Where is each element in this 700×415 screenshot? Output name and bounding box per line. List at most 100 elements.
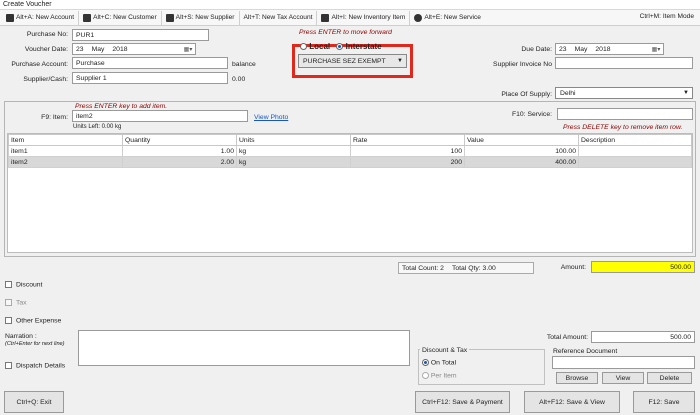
cell-value[interactable]: 400.00	[464, 156, 579, 168]
supplier-invoice-label: Supplier Invoice No	[493, 61, 552, 68]
cell-quantity[interactable]: 1.00	[122, 145, 237, 157]
units-left: Units Left: 0.00 kg	[73, 124, 122, 130]
total-amount-value: 500.00	[591, 331, 695, 343]
total-amount-label: Total Amount:	[546, 334, 588, 341]
cell-description[interactable]	[578, 145, 692, 157]
new-account-button[interactable]: Alt+A: New Account	[2, 10, 80, 25]
save-button[interactable]: F12: Save	[633, 391, 695, 413]
interstate-radio[interactable]	[336, 43, 344, 51]
checkbox-box[interactable]	[5, 281, 12, 288]
on-total-radio[interactable]: On Total	[422, 359, 456, 366]
service-input[interactable]	[557, 108, 693, 120]
checkbox-box[interactable]	[5, 317, 12, 324]
item-mode-shortcut[interactable]: Ctrl+M: Item Mode	[640, 13, 694, 20]
purchase-no-input[interactable]: PUR1	[72, 29, 209, 41]
local-radio[interactable]	[300, 43, 307, 51]
discount-tax-title: Discount & Tax	[420, 347, 470, 354]
chevron-down-icon: ▼	[397, 58, 403, 64]
calendar-dropdown-icon[interactable]: ▦▾	[181, 44, 195, 54]
radio-button[interactable]	[422, 372, 429, 379]
supplier-invoice-input[interactable]	[555, 57, 693, 69]
dollar-icon	[6, 13, 14, 22]
total-count: Total Count: 2	[402, 264, 444, 272]
column-header-item[interactable]: Item	[8, 134, 123, 146]
service-icon	[414, 13, 423, 22]
cell-units[interactable]: kg	[236, 145, 351, 157]
delete-item-hint: Press DELETE key to remove item row.	[563, 124, 683, 131]
cell-value[interactable]: 100.00	[464, 145, 579, 157]
purchase-account-label: Purchase Account:	[11, 61, 68, 68]
reference-document-input[interactable]	[552, 356, 695, 369]
discount-checkbox[interactable]: Discount	[5, 281, 42, 288]
items-grid: Item Quantity Units Rate Value Descripti…	[7, 133, 693, 253]
radio-button[interactable]	[422, 359, 429, 366]
balance-label: balance	[232, 61, 256, 68]
inventory-icon	[321, 13, 330, 22]
column-header-units[interactable]: Units	[236, 134, 351, 146]
add-item-hint: Press ENTER key to add item.	[75, 103, 168, 110]
column-header-value[interactable]: Value	[464, 134, 579, 146]
amount-value: 500.00	[591, 261, 695, 273]
cell-quantity[interactable]: 2.00	[122, 156, 237, 168]
total-qty: Total Qty: 3.00	[451, 264, 496, 272]
grid-header-row: Item Quantity Units Rate Value Descripti…	[8, 134, 692, 146]
purchase-no-label: Purchase No:	[26, 31, 68, 38]
view-button[interactable]: View	[602, 372, 644, 384]
enter-hint: Press ENTER to move forward	[299, 29, 392, 36]
new-tax-account-button[interactable]: Alt+T: New Tax Account	[240, 10, 318, 25]
checkbox-box[interactable]	[5, 299, 12, 306]
table-row[interactable]: item2 2.00 kg 200 400.00	[8, 156, 692, 168]
purchase-account-input[interactable]: Purchase	[72, 57, 228, 69]
new-customer-button[interactable]: Alt+C: New Customer	[79, 10, 162, 25]
column-header-rate[interactable]: Rate	[350, 134, 465, 146]
customer-icon	[83, 13, 92, 22]
tax-scope-radios: Local Interstate	[300, 42, 382, 51]
cell-description[interactable]	[578, 156, 692, 168]
cell-item[interactable]: item2	[8, 156, 123, 168]
per-item-radio[interactable]: Per Item	[422, 372, 457, 379]
place-of-supply-label: Place Of Supply:	[501, 91, 552, 98]
tax-checkbox[interactable]: Tax	[5, 299, 27, 306]
due-date-picker[interactable]: 23 May 2018 ▦▾	[555, 43, 664, 55]
exit-button[interactable]: Ctrl+Q: Exit	[4, 391, 64, 413]
cell-units[interactable]: kg	[236, 156, 351, 168]
supplier-cash-label: Supplier/Cash:	[23, 76, 68, 83]
window-title-bar: Create Voucher	[0, 0, 700, 10]
due-date-label: Due Date:	[521, 46, 552, 53]
other-expense-checkbox[interactable]: Other Expense	[5, 317, 61, 324]
toolbar: Alt+A: New Account Alt+C: New Customer A…	[0, 10, 700, 26]
browse-button[interactable]: Browse	[556, 372, 598, 384]
supplier-cash-input[interactable]: Supplier 1	[72, 72, 228, 84]
voucher-date-picker[interactable]: 23 May 2018 ▦▾	[72, 43, 196, 55]
new-inventory-item-button[interactable]: Alt+I: New Inventory Item	[317, 10, 411, 25]
chevron-down-icon: ▼	[683, 90, 689, 96]
service-label: F10: Service:	[511, 111, 552, 118]
new-supplier-button[interactable]: Alt+S: New Supplier	[162, 10, 240, 25]
save-and-payment-button[interactable]: Ctrl+F12: Save & Payment	[415, 391, 510, 413]
delete-button[interactable]: Delete	[647, 372, 692, 384]
column-header-description[interactable]: Description	[578, 134, 692, 146]
totals-summary: Total Count: 2 Total Qty: 3.00	[398, 262, 534, 274]
column-header-quantity[interactable]: Quantity	[122, 134, 237, 146]
checkbox-box[interactable]	[5, 362, 12, 369]
purchase-type-dropdown[interactable]: PURCHASE SEZ EXEMPT ▼	[298, 54, 407, 68]
narration-textarea[interactable]	[78, 330, 410, 366]
reference-document-title: Reference Document	[553, 348, 618, 355]
dispatch-details-checkbox[interactable]: Dispatch Details	[5, 362, 65, 369]
item-input[interactable]: item2	[72, 110, 248, 122]
voucher-date-label: Voucher Date:	[24, 46, 68, 53]
view-photo-link[interactable]: View Photo	[254, 114, 288, 121]
narration-hint: (Ctrl+Enter for next line)	[5, 341, 65, 347]
save-and-view-button[interactable]: Alt+F12: Save & View	[524, 391, 620, 413]
cell-item[interactable]: item1	[8, 145, 123, 157]
table-row[interactable]: item1 1.00 kg 100 100.00	[8, 145, 692, 157]
window-title: Create Voucher	[3, 1, 52, 8]
cell-rate[interactable]: 100	[350, 145, 465, 157]
cell-rate[interactable]: 200	[350, 156, 465, 168]
discount-tax-group	[418, 349, 545, 385]
amount-label: Amount:	[560, 264, 586, 271]
place-of-supply-dropdown[interactable]: Delhi ▼	[555, 87, 693, 99]
new-service-button[interactable]: Alt+E: New Service	[410, 11, 485, 25]
item-label: F9: Item:	[41, 114, 68, 121]
calendar-dropdown-icon[interactable]: ▦▾	[649, 44, 663, 54]
